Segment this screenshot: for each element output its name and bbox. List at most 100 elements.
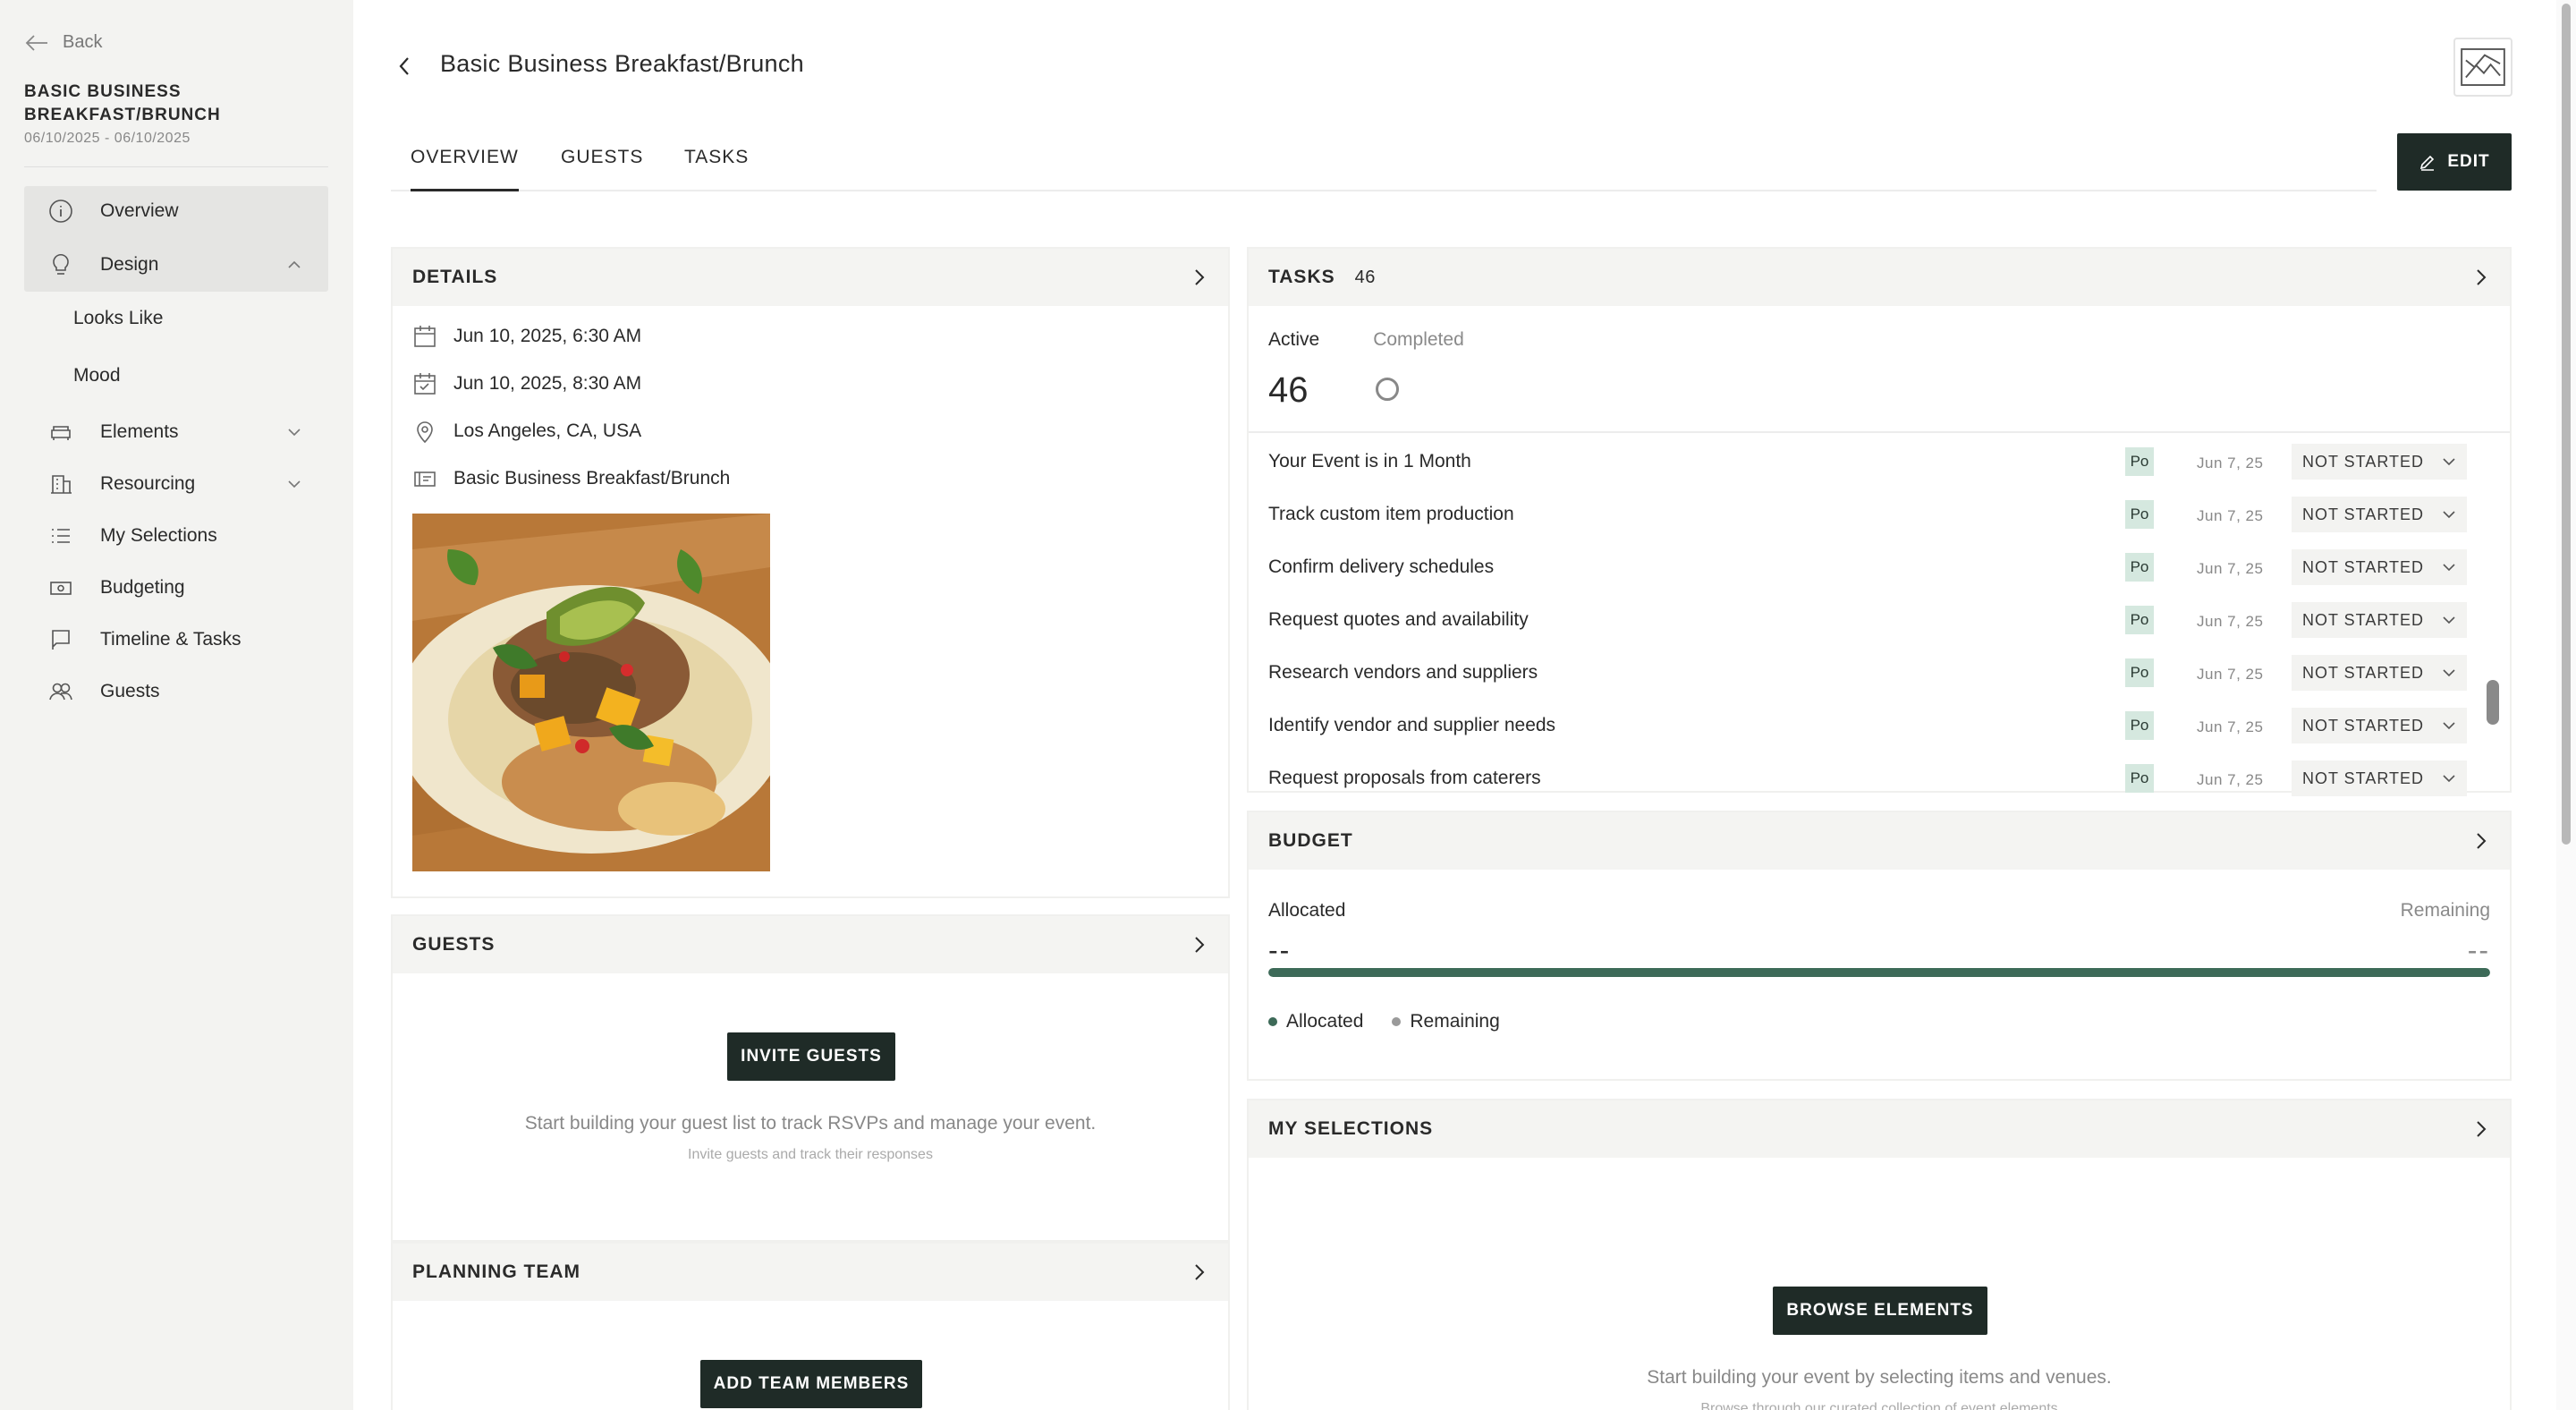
chevron-right-icon[interactable]	[1191, 934, 1208, 956]
task-status-select[interactable]: NOT STARTED	[2292, 708, 2467, 743]
assignee-badge: Po	[2125, 553, 2154, 582]
chevron-up-icon[interactable]	[285, 256, 303, 274]
assignee-badge: Po	[2125, 447, 2154, 476]
task-row[interactable]: Track custom item production Po Jun 7, 25 N…	[1249, 488, 2467, 539]
page-scrollbar[interactable]	[2556, 0, 2576, 1410]
task-status-select[interactable]: NOT STARTED	[2292, 444, 2467, 480]
chevron-right-icon[interactable]	[2472, 267, 2490, 288]
sidebar-item-resourcing[interactable]: Resourcing	[24, 459, 328, 509]
sidebar-item-elements[interactable]: Elements	[24, 407, 328, 457]
task-filter-tabs: Active Completed	[1268, 329, 1464, 351]
analytics-button[interactable]	[2453, 38, 2512, 97]
task-status-select[interactable]: NOT STARTED	[2292, 497, 2467, 532]
add-team-members-button[interactable]: ADD TEAM MEMBERS	[700, 1360, 922, 1408]
page-scrollbar-thumb[interactable]	[2562, 4, 2571, 845]
guests-header[interactable]: GUESTS	[393, 916, 1228, 973]
detail-start: Jun 10, 2025, 6:30 AM	[412, 324, 641, 349]
calendar-check-icon	[414, 373, 436, 395]
tab-active-tasks[interactable]: Active	[1268, 329, 1319, 351]
sidebar-item-my-selections[interactable]: My Selections	[24, 511, 328, 561]
task-status-select[interactable]: NOT STARTED	[2292, 655, 2467, 691]
chevron-right-icon[interactable]	[1191, 1261, 1208, 1283]
budget-card: BUDGET Allocated Remaining -- -- Allocat…	[1247, 811, 2512, 1081]
chevron-right-icon[interactable]	[2472, 830, 2490, 852]
sidebar-subitem-mood[interactable]: Mood	[73, 365, 121, 386]
invite-guests-button[interactable]: INVITE GUESTS	[727, 1032, 895, 1081]
budget-title: BUDGET	[1268, 830, 1353, 851]
chevron-down-icon	[2443, 722, 2455, 730]
task-status-label: NOT STARTED	[2302, 663, 2425, 682]
assignee-badge: Po	[2125, 606, 2154, 634]
task-status-select[interactable]: NOT STARTED	[2292, 760, 2467, 796]
task-row[interactable]: Request quotes and availability Po Jun 7, …	[1249, 593, 2467, 645]
chevron-right-icon[interactable]	[1191, 267, 1208, 288]
detail-start-text: Jun 10, 2025, 6:30 AM	[453, 326, 642, 346]
my-selections-header[interactable]: MY SELECTIONS	[1249, 1100, 2510, 1158]
sidebar-item-budgeting[interactable]: Budgeting	[24, 563, 328, 613]
tab-completed-tasks[interactable]: Completed	[1373, 329, 1464, 351]
guests-empty-message: Start building your guest list to track …	[524, 1113, 1097, 1134]
edit-button[interactable]: EDIT	[2397, 133, 2512, 191]
sidebar-item-label: Budgeting	[100, 577, 185, 598]
task-status-label: NOT STARTED	[2302, 769, 2425, 787]
guests-empty-submessage: Invite guests and track their responses	[688, 1147, 933, 1162]
tab-guests[interactable]: GUESTS	[561, 147, 643, 191]
task-name[interactable]: Track custom item production	[1268, 504, 1514, 525]
sidebar-item-guests[interactable]: Guests	[24, 667, 328, 717]
map-pin-icon	[417, 421, 433, 444]
task-name[interactable]: Research vendors and suppliers	[1268, 662, 1538, 684]
task-name[interactable]: Confirm delivery schedules	[1268, 556, 1494, 578]
back-link[interactable]: Back	[25, 32, 102, 53]
budget-header[interactable]: BUDGET	[1249, 812, 2510, 870]
task-row[interactable]: Your Event is in 1 Month Po Jun 7, 25 NOT S…	[1249, 435, 2467, 487]
sidebar-item-label: Guests	[100, 681, 160, 701]
sidebar-item-label: Design	[100, 254, 159, 275]
sidebar-item-label: Timeline & Tasks	[100, 629, 242, 650]
legend-remaining-label: Remaining	[1410, 1011, 1500, 1032]
legend-allocated: Allocated	[1268, 1011, 1363, 1032]
chevron-right-icon[interactable]	[2472, 1118, 2490, 1140]
sidebar-item-label: Overview	[100, 200, 179, 221]
planning-team-header[interactable]: PLANNING TEAM	[393, 1244, 1228, 1301]
details-header[interactable]: DETAILS	[393, 249, 1228, 306]
browse-elements-button[interactable]: BROWSE ELEMENTS	[1773, 1287, 1987, 1335]
task-status-select[interactable]: NOT STARTED	[2292, 549, 2467, 585]
tab-tasks[interactable]: TASKS	[684, 147, 749, 191]
sidebar-item-design[interactable]: Design	[24, 240, 328, 290]
task-row[interactable]: Identify vendor and supplier needs Po Jun …	[1249, 699, 2467, 751]
task-name[interactable]: Request proposals from caterers	[1268, 768, 1541, 789]
budget-remaining-label: Remaining	[2400, 900, 2490, 921]
budget-remaining-value: --	[2467, 934, 2490, 966]
tab-overview[interactable]: OVERVIEW	[411, 147, 519, 191]
task-name[interactable]: Your Event is in 1 Month	[1268, 451, 1471, 472]
list-icon	[48, 523, 73, 548]
task-row[interactable]: Research vendors and suppliers Po Jun 7, 2…	[1249, 646, 2467, 698]
task-name[interactable]: Identify vendor and supplier needs	[1268, 715, 1555, 736]
assignee-badge: Po	[2125, 711, 2154, 740]
task-status-select[interactable]: NOT STARTED	[2292, 602, 2467, 638]
chevron-down-icon[interactable]	[285, 423, 303, 441]
tasks-header[interactable]: TASKS 46	[1249, 249, 2510, 306]
task-list-scroll-thumb[interactable]	[2487, 680, 2499, 725]
detail-name: Basic Business Breakfast/Brunch	[412, 466, 730, 491]
task-due-date: Jun 7, 25	[2197, 507, 2264, 524]
sidebar-item-timeline-tasks[interactable]: Timeline & Tasks	[24, 615, 328, 665]
chevron-left-icon[interactable]	[394, 54, 415, 79]
edit-label: EDIT	[2447, 152, 2490, 171]
task-row[interactable]: Confirm delivery schedules Po Jun 7, 25 NOT…	[1249, 540, 2467, 592]
task-due-date: Jun 7, 25	[2197, 454, 2264, 471]
flag-icon	[48, 627, 73, 652]
task-row[interactable]: Request proposals from caterers Po Jun 7, …	[1249, 752, 2467, 802]
assignee-badge: Po	[2125, 500, 2154, 529]
food-illustration	[412, 514, 770, 871]
budget-allocated-value: --	[1268, 934, 1292, 966]
legend-allocated-label: Allocated	[1286, 1011, 1364, 1032]
budget-legend: Allocated Remaining	[1268, 1011, 1500, 1032]
sidebar-item-overview[interactable]: Overview	[24, 186, 328, 236]
sidebar-subitem-looks-like[interactable]: Looks Like	[73, 308, 163, 329]
back-label: Back	[63, 32, 103, 52]
chevron-down-icon[interactable]	[285, 475, 303, 493]
task-divider	[1249, 431, 2510, 433]
legend-allocated-dot	[1268, 1017, 1277, 1027]
task-name[interactable]: Request quotes and availability	[1268, 609, 1529, 631]
